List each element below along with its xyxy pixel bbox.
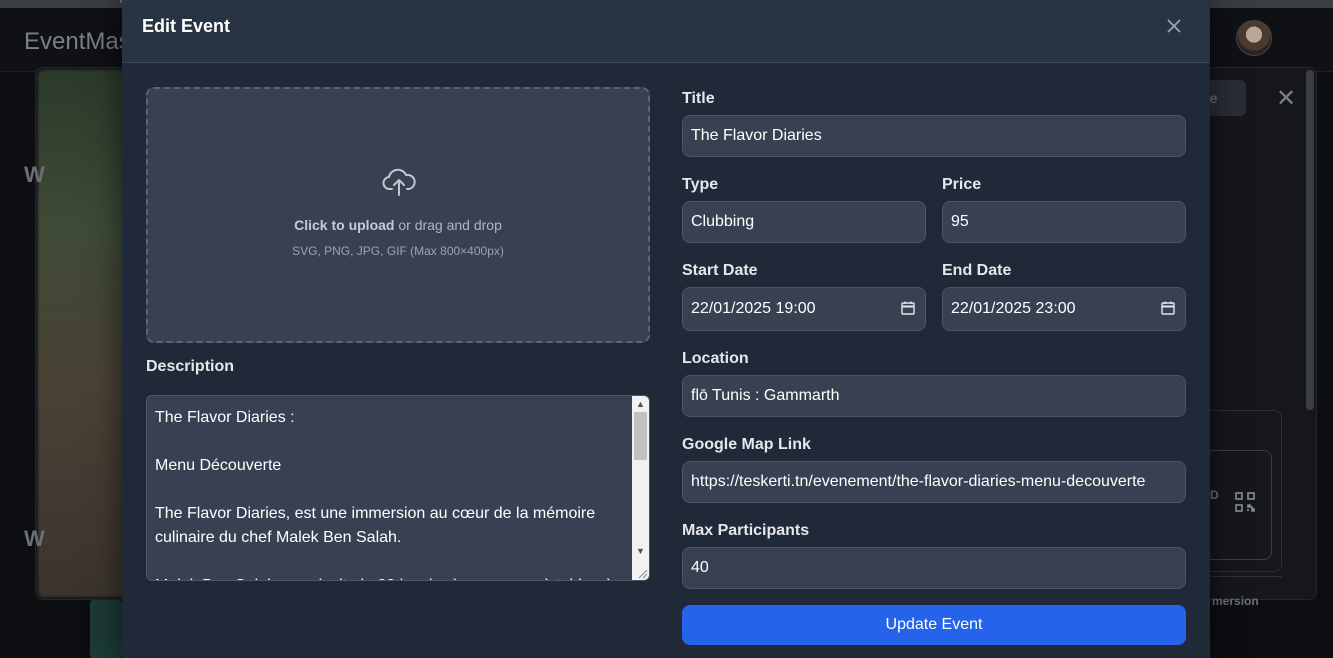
click-to-upload-label: Click to upload xyxy=(294,217,395,233)
background-thumbnail xyxy=(90,600,122,658)
location-input[interactable]: flō Tunis : Gammarth xyxy=(682,375,1186,417)
scrollbar-thumb[interactable] xyxy=(634,412,647,460)
background-close-icon: ✕ xyxy=(1276,85,1297,112)
background-heading-letter: W xyxy=(24,162,45,187)
upload-instruction: Click to upload or drag and drop xyxy=(148,217,648,233)
resize-handle-icon[interactable] xyxy=(636,567,648,579)
end-date-input[interactable]: 22/01/2025 23:00 xyxy=(942,287,1186,331)
upload-hint: SVG, PNG, JPG, GIF (Max 800×400px) xyxy=(292,244,504,258)
scroll-down-icon[interactable]: ▼ xyxy=(636,546,645,556)
map-link-input[interactable]: https://teskerti.tn/evenement/the-flavor… xyxy=(682,461,1186,503)
title-label: Title xyxy=(682,90,715,107)
calendar-icon[interactable] xyxy=(901,301,915,315)
edit-event-modal: Edit Event Click to upload or drag and d… xyxy=(122,0,1210,658)
description-textarea[interactable]: The Flavor Diaries : Menu Découverte The… xyxy=(146,395,650,581)
close-icon[interactable] xyxy=(1162,12,1186,40)
modal-header: Edit Event xyxy=(122,0,1210,63)
type-input[interactable]: Clubbing xyxy=(682,201,926,243)
modal-title: Edit Event xyxy=(142,16,231,36)
start-date-label: Start Date xyxy=(682,262,758,279)
location-label: Location xyxy=(682,350,749,367)
map-link-label: Google Map Link xyxy=(682,436,811,453)
update-event-button[interactable]: Update Event xyxy=(682,605,1186,645)
max-participants-label: Max Participants xyxy=(682,522,810,539)
image-upload-dropzone[interactable]: Click to upload or drag and drop SVG, PN… xyxy=(146,87,650,343)
qr-code-icon xyxy=(1235,492,1255,512)
background-ticket-letter: D xyxy=(1210,488,1219,502)
drag-drop-label: or drag and drop xyxy=(394,217,502,233)
description-label: Description xyxy=(146,358,235,375)
background-scrollbar xyxy=(1306,70,1314,410)
textarea-scrollbar[interactable]: ▲ ▼ xyxy=(632,396,649,580)
avatar xyxy=(1236,20,1272,56)
start-date-value: 22/01/2025 19:00 xyxy=(691,300,816,317)
description-text: The Flavor Diaries : Menu Découverte The… xyxy=(155,409,613,580)
cloud-upload-icon xyxy=(382,168,416,196)
background-heading-letter: W xyxy=(24,526,45,551)
price-input[interactable]: 95 xyxy=(942,201,1186,243)
title-input[interactable]: The Flavor Diaries xyxy=(682,115,1186,157)
background-event-image xyxy=(38,70,128,597)
background-text: mersion xyxy=(1212,594,1259,608)
background-brand: EventMas xyxy=(24,28,131,55)
background-divider xyxy=(1210,576,1282,577)
price-label: Price xyxy=(942,176,982,193)
start-date-input[interactable]: 22/01/2025 19:00 xyxy=(682,287,926,331)
end-date-value: 22/01/2025 23:00 xyxy=(951,300,1076,317)
end-date-label: End Date xyxy=(942,262,1012,279)
max-participants-input[interactable]: 40 xyxy=(682,547,1186,589)
type-label: Type xyxy=(682,176,719,193)
scroll-up-icon[interactable]: ▲ xyxy=(636,399,645,409)
calendar-icon[interactable] xyxy=(1161,301,1175,315)
